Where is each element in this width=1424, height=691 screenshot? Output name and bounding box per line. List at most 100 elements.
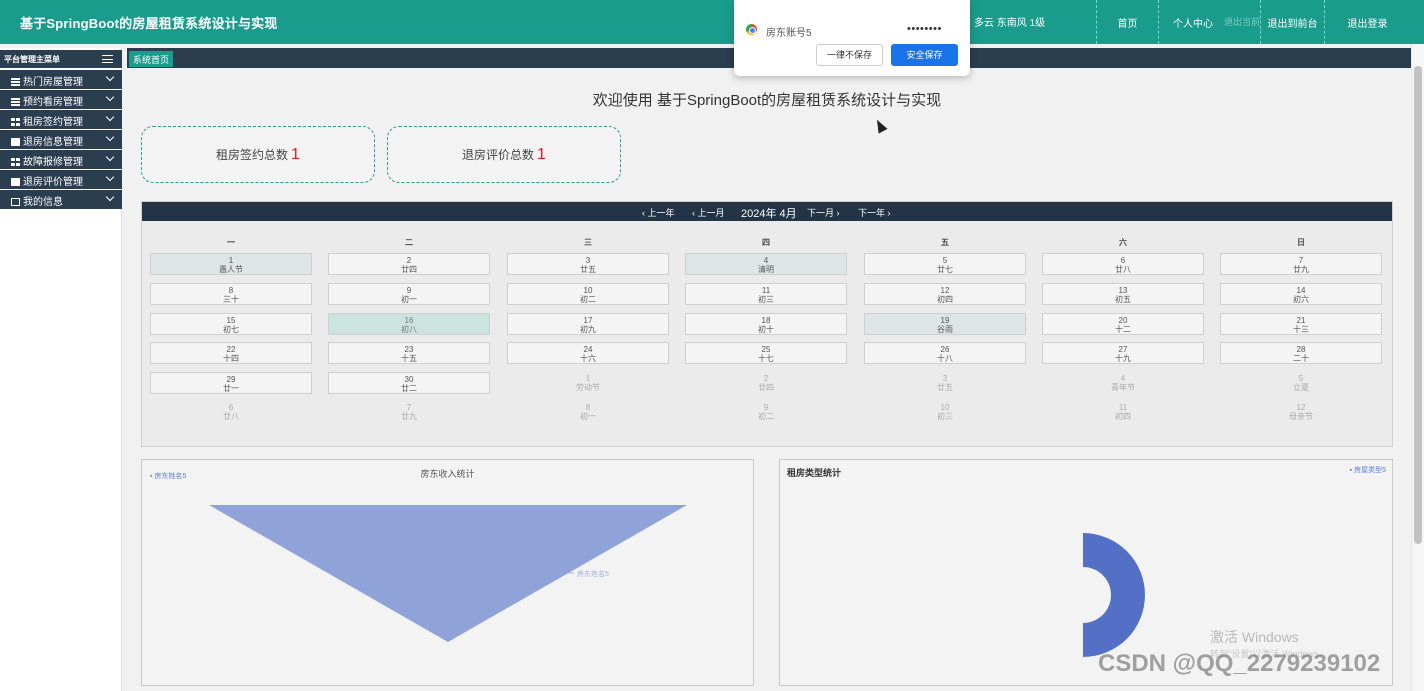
weekday-header: 五 [941, 238, 949, 247]
sidebar-item-repairs[interactable]: 故障报修管理 [0, 150, 122, 169]
calendar-day[interactable]: 20 十二 [1042, 313, 1204, 335]
calendar-day[interactable]: 5 立夏 [1220, 372, 1382, 394]
prev-month-button[interactable]: ‹ 上一月 [692, 206, 725, 219]
calendar-day[interactable]: 14 初六 [1220, 283, 1382, 305]
calendar-day[interactable]: 19 谷雨 [864, 313, 1026, 335]
day-number: 15 [226, 316, 236, 325]
sidebar-item-my-info[interactable]: 我的信息 [0, 190, 122, 209]
sidebar-item-viewing[interactable]: 预约看房管理 [0, 90, 122, 109]
sidebar-item-checkout[interactable]: 退房信息管理 [0, 130, 122, 149]
password-save-popup: 房东账号5 •••••••• 一律不保存 安全保存 [734, 0, 970, 76]
nav-logout[interactable]: 退出登录 [1324, 0, 1410, 44]
calendar-day[interactable]: 18 初十 [685, 313, 847, 335]
calendar-day[interactable]: 9 初一 [328, 283, 490, 305]
calendar-day[interactable]: 16 初八 [328, 313, 490, 335]
sidebar-item-hot-houses[interactable]: 热门房屋管理 [0, 70, 122, 89]
day-number: 22 [226, 345, 236, 354]
calendar-day[interactable]: 4 青年节 [1042, 372, 1204, 394]
menu-toggle-icon[interactable] [102, 55, 113, 63]
calendar-day[interactable]: 3 廿五 [507, 253, 669, 275]
day-number: 9 [763, 403, 769, 412]
calendar-day[interactable]: 30 廿二 [328, 372, 490, 394]
page-scrollbar[interactable] [1411, 44, 1424, 691]
calendar-day[interactable]: 2 廿四 [328, 253, 490, 275]
lunar-label: 初三 [937, 412, 953, 421]
day-number: 1 [228, 256, 234, 265]
calendar-day[interactable]: 11 初四 [1042, 401, 1204, 423]
calendar-day[interactable]: 12 初四 [864, 283, 1026, 305]
lunar-label: 十九 [1115, 354, 1131, 363]
saved-password: •••••••• [907, 23, 942, 35]
calendar-day[interactable]: 4 清明 [685, 253, 847, 275]
day-number: 24 [583, 345, 593, 354]
day-number: 1 [585, 374, 591, 383]
calendar-day[interactable]: 22 十四 [150, 342, 312, 364]
calendar-day[interactable]: 9 初二 [685, 401, 847, 423]
lunar-label: 清明 [758, 265, 774, 274]
calendar-day[interactable]: 6 廿八 [1042, 253, 1204, 275]
lunar-label: 廿五 [937, 383, 953, 392]
calendar-day[interactable]: 8 初一 [507, 401, 669, 423]
calendar-day[interactable]: 25 十七 [685, 342, 847, 364]
next-year-button[interactable]: 下一年 › [858, 206, 891, 219]
funnel-segment-label: 房东姓名5 [577, 569, 609, 578]
next-month-button[interactable]: 下一月 › [807, 206, 840, 219]
calendar-day[interactable]: 15 初七 [150, 313, 312, 335]
calendar-day[interactable]: 26 十八 [864, 342, 1026, 364]
csdn-watermark: CSDN @QQ_2279239102 [1098, 650, 1381, 677]
calendar-day[interactable]: 1 愚人节 [150, 253, 312, 275]
lunar-label: 劳动节 [576, 383, 600, 392]
chevron-down-icon [105, 112, 115, 122]
lunar-label: 母亲节 [1289, 412, 1313, 421]
calendar-day[interactable]: 5 廿七 [864, 253, 1026, 275]
calendar-day[interactable]: 13 初五 [1042, 283, 1204, 305]
day-number: 6 [228, 403, 234, 412]
day-number: 16 [404, 316, 414, 325]
sidebar-item-reviews[interactable]: 退房评价管理 [0, 170, 122, 189]
calendar-day[interactable]: 7 廿九 [328, 401, 490, 423]
calendar-day[interactable]: 3 廿五 [864, 372, 1026, 394]
day-number: 2 [763, 374, 769, 383]
calendar-day[interactable]: 29 廿一 [150, 372, 312, 394]
day-number: 8 [228, 286, 234, 295]
calendar-day[interactable]: 6 廿八 [150, 401, 312, 423]
day-number: 20 [1118, 316, 1128, 325]
calendar-day[interactable]: 21 十三 [1220, 313, 1382, 335]
scrollbar-thumb[interactable] [1414, 66, 1422, 544]
pie-slice[interactable] [1083, 533, 1145, 657]
calendar-day[interactable]: 12 母亲节 [1220, 401, 1382, 423]
calendar-day[interactable]: 10 初三 [864, 401, 1026, 423]
weekday-header: 一 [227, 238, 235, 247]
nav-home[interactable]: 首页 [1096, 0, 1158, 44]
never-save-button[interactable]: 一律不保存 [816, 44, 883, 66]
calendar-day[interactable]: 23 十五 [328, 342, 490, 364]
next-month-label: 下一月 [807, 208, 835, 218]
calendar-day[interactable]: 17 初九 [507, 313, 669, 335]
calendar-day[interactable]: 1 劳动节 [507, 372, 669, 394]
lunar-label: 初一 [580, 412, 596, 421]
calendar-day[interactable]: 11 初三 [685, 283, 847, 305]
day-number: 13 [1118, 286, 1128, 295]
funnel-segment[interactable] [209, 505, 687, 642]
day-number: 3 [942, 374, 948, 383]
calendar-day[interactable]: 10 初二 [507, 283, 669, 305]
calendar-day[interactable]: 28 二十 [1220, 342, 1382, 364]
lunar-label: 十二 [1115, 325, 1131, 334]
stat-label: 退房评价总数 [462, 148, 535, 162]
lunar-label: 初四 [1115, 412, 1131, 421]
sidebar-item-contracts[interactable]: 租房签约管理 [0, 110, 122, 129]
tab-home[interactable]: 系统首页 [129, 51, 173, 67]
lunar-label: 廿七 [937, 265, 953, 274]
day-number: 23 [404, 345, 414, 354]
save-password-button[interactable]: 安全保存 [891, 44, 958, 66]
calendar-day[interactable]: 7 廿九 [1220, 253, 1382, 275]
sidebar-item-label: 退房评价管理 [23, 177, 83, 188]
calendar-day[interactable]: 8 三十 [150, 283, 312, 305]
calendar-day[interactable]: 24 十六 [507, 342, 669, 364]
prev-year-button[interactable]: ‹ 上一年 [642, 206, 675, 219]
nav-frontend[interactable]: 退出到前台 [1260, 0, 1324, 44]
calendar-day[interactable]: 27 十九 [1042, 342, 1204, 364]
lunar-label: 初四 [937, 295, 953, 304]
nav-profile[interactable]: 个人中心 [1158, 0, 1260, 44]
calendar-day[interactable]: 2 廿四 [685, 372, 847, 394]
